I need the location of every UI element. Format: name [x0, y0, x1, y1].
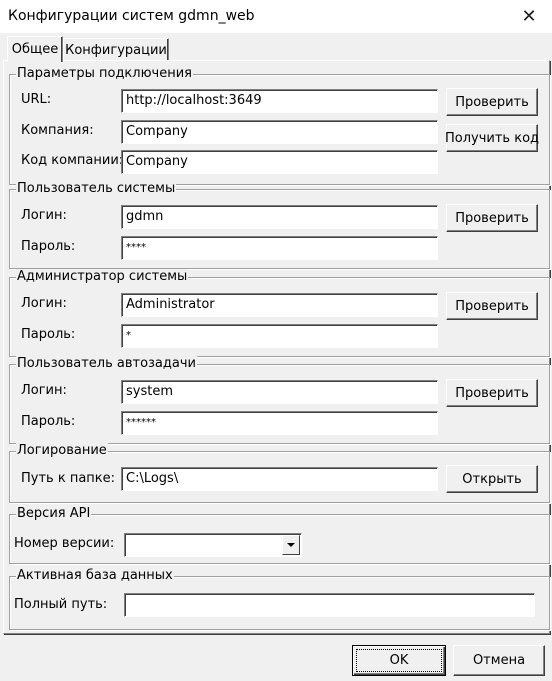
- close-icon[interactable]: ✕: [516, 3, 542, 29]
- active-db-group: Активная база данных Полный путь:: [9, 568, 550, 630]
- api-version-group: Версия API Номер версии:: [9, 506, 550, 564]
- url-input[interactable]: http://localhost:3649: [121, 89, 438, 113]
- admin-login-input[interactable]: Administrator: [121, 293, 438, 317]
- log-path-label: Путь к папке:: [21, 471, 116, 486]
- autotask-password-label: Пароль:: [21, 414, 76, 429]
- tab-configurations[interactable]: Конфигурации: [63, 38, 169, 61]
- window-title: Конфигурации систем gdmn_web: [8, 8, 255, 24]
- logging-legend: Логирование: [16, 443, 108, 459]
- admin-password-input[interactable]: *: [121, 324, 438, 348]
- check-autotask-button[interactable]: Проверить: [446, 379, 538, 407]
- title-bar: Конфигурации систем gdmn_web ✕: [0, 0, 552, 33]
- logging-group: Логирование Путь к папке: C:\Logs\ Откры…: [9, 443, 550, 503]
- check-connection-button[interactable]: Проверить: [446, 88, 538, 116]
- admin-login-label: Логин:: [21, 296, 67, 311]
- log-path-input[interactable]: C:\Logs\: [121, 467, 438, 491]
- autotask-password-input[interactable]: ******: [121, 411, 438, 435]
- connection-legend: Параметры подключения: [16, 66, 193, 82]
- system-user-password-label: Пароль:: [21, 239, 76, 254]
- autotask-user-group: Пользователь автозадачи Логин: system Па…: [9, 356, 550, 444]
- connection-group: Параметры подключения URL: http://localh…: [9, 66, 550, 185]
- db-path-label: Полный путь:: [14, 597, 108, 612]
- system-user-legend: Пользователь системы: [16, 181, 177, 197]
- admin-password-label: Пароль:: [21, 327, 76, 342]
- autotask-user-legend: Пользователь автозадачи: [16, 356, 197, 372]
- admin-group: Администратор системы Логин: Administrat…: [9, 269, 550, 357]
- active-db-legend: Активная база данных: [16, 568, 174, 584]
- system-user-group: Пользователь системы Логин: gdmn Пароль:…: [9, 181, 550, 269]
- admin-legend: Администратор системы: [16, 269, 189, 285]
- check-system-user-button[interactable]: Проверить: [446, 204, 538, 232]
- tab-page-general: Параметры подключения URL: http://localh…: [3, 60, 550, 634]
- company-code-label: Код компании:: [21, 153, 124, 168]
- autotask-login-input[interactable]: system: [121, 380, 438, 404]
- company-input[interactable]: Company: [121, 120, 438, 144]
- api-version-select[interactable]: [124, 533, 302, 557]
- company-label: Компания:: [21, 123, 94, 138]
- company-code-input[interactable]: Company: [121, 150, 438, 174]
- chevron-down-icon[interactable]: [282, 535, 300, 555]
- focus-rect: [356, 649, 442, 672]
- api-version-label: Номер версии:: [14, 536, 115, 551]
- get-code-button[interactable]: Получить код: [445, 124, 539, 152]
- ok-button[interactable]: OK: [352, 645, 446, 676]
- system-user-login-input[interactable]: gdmn: [121, 205, 438, 229]
- api-version-legend: Версия API: [16, 506, 92, 522]
- db-path-input[interactable]: [124, 593, 535, 617]
- tab-general[interactable]: Общее: [7, 36, 63, 62]
- tab-configurations-label: Конфигурации: [65, 42, 167, 58]
- autotask-login-label: Логин:: [21, 383, 67, 398]
- url-label: URL:: [21, 92, 52, 107]
- cancel-button[interactable]: Отмена: [453, 645, 545, 676]
- system-user-password-input[interactable]: ****: [121, 236, 438, 260]
- system-user-login-label: Логин:: [21, 208, 67, 223]
- tab-general-label: Общее: [11, 42, 59, 57]
- check-admin-button[interactable]: Проверить: [446, 292, 538, 320]
- open-folder-button[interactable]: Открыть: [446, 465, 538, 493]
